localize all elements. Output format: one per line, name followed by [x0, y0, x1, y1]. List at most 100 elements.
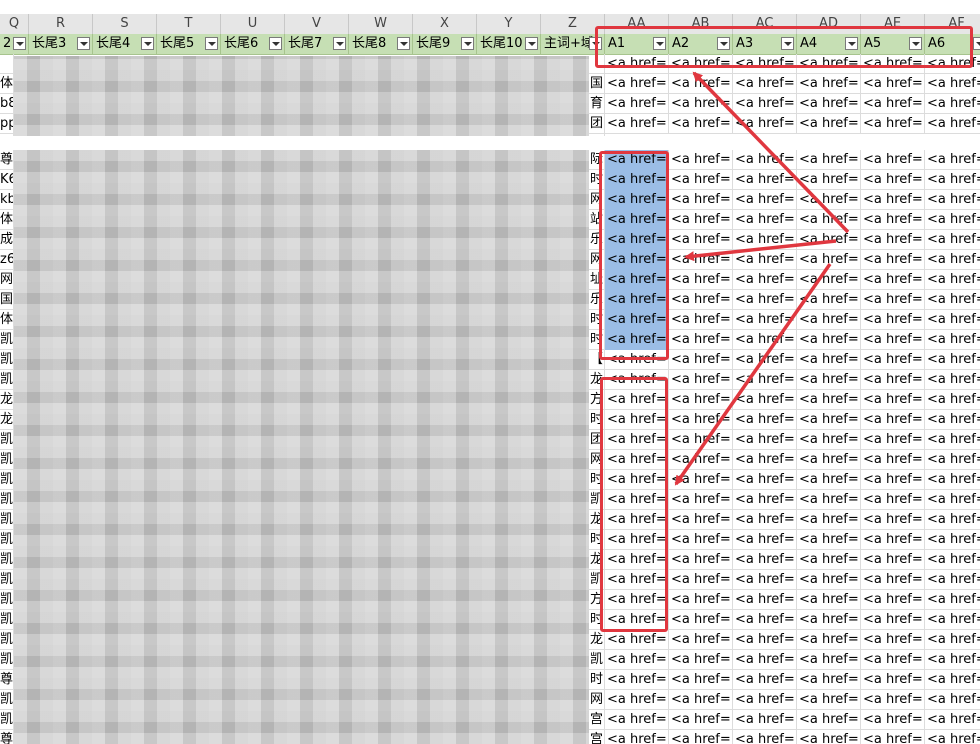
cell-ad[interactable]: <a href="h [797, 430, 861, 450]
cell-aa[interactable]: <a href=" [605, 650, 669, 670]
filter-header-7[interactable]: 长尾9 [413, 34, 477, 54]
cell-af[interactable]: <a href="h [925, 630, 980, 650]
cell-ab[interactable]: <a href="h [669, 690, 733, 710]
cell-ae[interactable]: <a href="h [861, 210, 925, 230]
cell-ac[interactable]: <a href="h [733, 190, 797, 210]
cell-ad[interactable]: <a href="h [797, 250, 861, 270]
cell-ab[interactable]: <a href="h [669, 290, 733, 310]
cell-ad[interactable]: <a href="h [797, 590, 861, 610]
cell-z[interactable]: 育 [589, 94, 605, 114]
cell-ac[interactable]: <a href="h [733, 250, 797, 270]
cell-ac[interactable]: <a href="h [733, 290, 797, 310]
filter-dropdown-icon[interactable] [397, 37, 410, 50]
cell-z[interactable]: 团 [589, 114, 605, 134]
cell-ab[interactable]: <a href="h [669, 430, 733, 450]
cell-ab[interactable]: <a href="h [669, 210, 733, 230]
cell-ab[interactable]: <a href="h [669, 390, 733, 410]
cell-ab[interactable]: <a href="h [669, 490, 733, 510]
cell-aa[interactable]: <a href=" [605, 710, 669, 730]
column-letter-t[interactable]: T [157, 14, 221, 34]
cell-ab[interactable]: <a href="h [669, 670, 733, 690]
cell-af[interactable]: <a href="h [925, 410, 980, 430]
cell-af[interactable]: <a href="h [925, 170, 980, 190]
cell-z[interactable]: 宫 [589, 730, 605, 744]
cell-aa[interactable]: <a href=" [605, 114, 669, 134]
filter-header-8[interactable]: 长尾10 [477, 34, 541, 54]
cell-af[interactable]: <a href="h [925, 710, 980, 730]
cell-ad[interactable]: <a href="h [797, 310, 861, 330]
cell-ae[interactable]: <a href="h [861, 190, 925, 210]
cell-ac[interactable]: <a href="h [733, 570, 797, 590]
filter-header-0[interactable]: 2 [0, 34, 29, 54]
cell-ae[interactable]: <a href="h [861, 114, 925, 134]
cell-ad[interactable]: <a href="h [797, 74, 861, 94]
cell-ab[interactable]: <a href="h [669, 150, 733, 170]
filter-dropdown-icon[interactable] [461, 37, 474, 50]
cell-aa[interactable]: <a href=" [605, 670, 669, 690]
cell-ac[interactable]: <a href="h [733, 730, 797, 744]
cell-q[interactable]: 凯 [0, 590, 14, 610]
cell-ac[interactable]: <a href="h [733, 610, 797, 630]
cell-z[interactable]: 网 [589, 690, 605, 710]
cell-af[interactable]: <a href="h [925, 350, 980, 370]
cell-q[interactable]: 凯 [0, 470, 14, 490]
cell-ac[interactable]: <a href="h [733, 550, 797, 570]
filter-header-5[interactable]: 长尾7 [285, 34, 349, 54]
cell-ae[interactable]: <a href="h [861, 630, 925, 650]
cell-ae[interactable]: <a href="h [861, 150, 925, 170]
cell-ab[interactable]: <a href="h [669, 590, 733, 610]
cell-ae[interactable]: <a href="h [861, 390, 925, 410]
filter-header-3[interactable]: 长尾5 [157, 34, 221, 54]
cell-q[interactable]: 凯 [0, 350, 14, 370]
cell-ae[interactable]: <a href="h [861, 170, 925, 190]
cell-ae[interactable]: <a href="h [861, 410, 925, 430]
filter-dropdown-icon[interactable] [973, 37, 980, 50]
cell-q[interactable]: 凯 [0, 450, 14, 470]
cell-ad[interactable]: <a href="h [797, 450, 861, 470]
cell-ab[interactable]: <a href="h [669, 370, 733, 390]
cell-ad[interactable]: <a href="h [797, 650, 861, 670]
cell-ab[interactable]: <a href="h [669, 550, 733, 570]
cell-ad[interactable]: <a href="h [797, 114, 861, 134]
cell-af[interactable]: <a href="h [925, 310, 980, 330]
cell-ac[interactable]: <a href="h [733, 590, 797, 610]
cell-ae[interactable]: <a href="h [861, 610, 925, 630]
cell-q[interactable]: pp [0, 114, 14, 134]
cell-aa[interactable]: <a href=" [605, 730, 669, 744]
column-letter-w[interactable]: W [349, 14, 413, 34]
cell-ad[interactable]: <a href="h [797, 730, 861, 744]
cell-q[interactable]: 凯 [0, 690, 14, 710]
cell-ac[interactable]: <a href="h [733, 150, 797, 170]
cell-ab[interactable]: <a href="h [669, 330, 733, 350]
cell-ab[interactable]: <a href="h [669, 170, 733, 190]
column-letter-x[interactable]: X [413, 14, 477, 34]
filter-header-4[interactable]: 长尾6 [221, 34, 285, 54]
cell-ad[interactable]: <a href="h [797, 190, 861, 210]
cell-af[interactable]: <a href="h [925, 390, 980, 410]
cell-af[interactable]: <a href="h [925, 330, 980, 350]
cell-q[interactable]: 凯 [0, 710, 14, 730]
cell-ad[interactable]: <a href="h [797, 630, 861, 650]
cell-ac[interactable]: <a href="h [733, 530, 797, 550]
filter-header-1[interactable]: 长尾3 [29, 34, 93, 54]
cell-ad[interactable]: <a href="h [797, 410, 861, 430]
cell-ae[interactable]: <a href="h [861, 510, 925, 530]
cell-ac[interactable]: <a href="h [733, 690, 797, 710]
cell-aa[interactable]: <a href=" [605, 690, 669, 710]
cell-z[interactable]: 凯 [589, 650, 605, 670]
cell-ab[interactable]: <a href="h [669, 450, 733, 470]
filter-dropdown-icon[interactable] [205, 37, 218, 50]
cell-ae[interactable]: <a href="h [861, 670, 925, 690]
cell-ae[interactable]: <a href="h [861, 490, 925, 510]
cell-ad[interactable]: <a href="h [797, 170, 861, 190]
filter-dropdown-icon[interactable] [141, 37, 154, 50]
cell-q[interactable]: z6 [0, 250, 14, 270]
cell-ae[interactable]: <a href="h [861, 730, 925, 744]
cell-ab[interactable]: <a href="h [669, 270, 733, 290]
cell-ab[interactable]: <a href="h [669, 630, 733, 650]
cell-ae[interactable]: <a href="h [861, 470, 925, 490]
cell-ac[interactable]: <a href="h [733, 330, 797, 350]
column-letter-q[interactable]: Q [0, 14, 29, 34]
cell-ab[interactable]: <a href="h [669, 94, 733, 114]
cell-ab[interactable]: <a href="h [669, 510, 733, 530]
